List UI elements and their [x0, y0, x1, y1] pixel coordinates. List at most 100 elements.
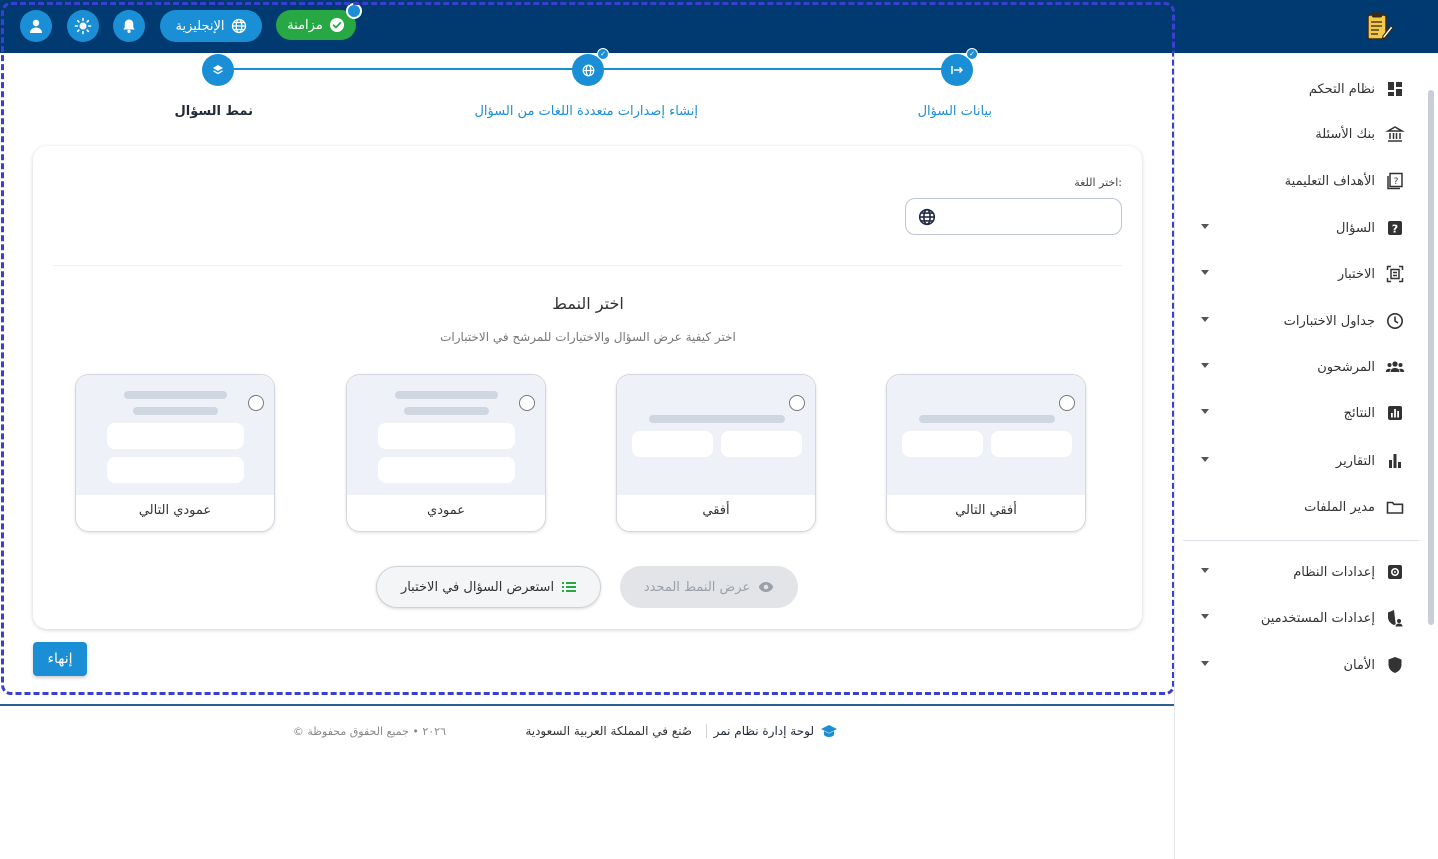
sidebar-item-question-bank[interactable]: بنك الأسئلة [1183, 122, 1413, 146]
preview-question-label: استعرض السؤال في الاختبار [400, 579, 555, 595]
section-divider [53, 265, 1122, 266]
sidebar-item-system-settings[interactable]: إعدادات النظام [1183, 560, 1413, 584]
step-complete-check-icon: ✓ [966, 48, 978, 60]
sidebar-item-learning-objectives[interactable]: ? الأهداف التعليمية [1183, 169, 1413, 193]
sidebar-item-label: نظام التحكم [1308, 81, 1375, 97]
sidebar-item-label: النتائج [1343, 405, 1375, 421]
chevron-down-icon[interactable] [1201, 661, 1209, 666]
exam-frame-icon [1386, 265, 1404, 283]
sidebar-item-question[interactable]: ? السؤال [1183, 216, 1413, 240]
chevron-down-icon[interactable] [1201, 568, 1209, 573]
sidebar-item-file-manager[interactable]: مدير الملفات [1183, 495, 1413, 519]
chevron-down-icon[interactable] [1201, 457, 1209, 462]
bell-icon [123, 19, 135, 33]
finish-button[interactable]: إنهاء [33, 642, 87, 676]
pattern-name: أفقي التالي [955, 503, 1017, 518]
sidebar-item-user-settings[interactable]: إعدادات المستخدمين [1183, 606, 1413, 630]
preview-question-in-exam-button[interactable]: استعرض السؤال في الاختبار [376, 566, 601, 608]
chevron-down-icon[interactable] [1201, 317, 1209, 322]
step-complete-check-icon: ✓ [597, 48, 609, 60]
pattern-radio[interactable] [519, 395, 535, 411]
sidebar-item-exam-schedules[interactable]: جداول الاختبارات [1183, 309, 1413, 333]
shield-icon [1388, 657, 1402, 673]
sidebar-item-label: الاختبار [1337, 266, 1375, 282]
sidebar-item-label: بنك الأسئلة [1315, 126, 1375, 142]
layers-icon [213, 65, 223, 75]
pattern-name: عمودي التالي [138, 503, 212, 518]
book-question-icon: ? [1387, 172, 1403, 190]
sidebar-item-exam[interactable]: الاختبار [1183, 262, 1413, 286]
view-selected-pattern-button[interactable]: عرض النمط المحدد [620, 566, 798, 608]
footer-separator [706, 724, 707, 738]
svg-text:?: ? [1392, 223, 1398, 236]
pattern-radio[interactable] [248, 395, 264, 411]
sidebar-item-candidates[interactable]: المرشحون [1183, 355, 1413, 379]
step-label-multilingual: إنشاء إصدارات متعددة اللغات من السؤال [474, 104, 698, 119]
sidebar-item-security[interactable]: الأمان [1183, 653, 1413, 677]
notifications-button[interactable] [113, 10, 145, 42]
globe-icon [582, 64, 594, 76]
sidebar-item-label: إعدادات المستخدمين [1260, 610, 1375, 626]
chevron-down-icon[interactable] [1201, 363, 1209, 368]
sidebar-item-label: الأهداف التعليمية [1284, 173, 1375, 189]
settings-box-icon [1388, 565, 1402, 579]
profile-button[interactable] [20, 10, 52, 42]
sidebar-item-label: مدير الملفات [1304, 499, 1375, 515]
eye-icon [758, 582, 774, 592]
sidebar-scrollbar[interactable] [1428, 90, 1434, 625]
pattern-section-subtitle: اختر كيفية عرض السؤال والاختيارات للمرشح… [440, 330, 736, 344]
pattern-option-horizontal-next[interactable]: أفقي التالي [886, 374, 1086, 532]
language-select-label: اختر اللغة: [1074, 176, 1122, 189]
sidebar-separator [1183, 540, 1419, 541]
graduation-cap-icon [821, 725, 837, 737]
footer-brand-label: لوحة إدارة نظام نمر [713, 724, 814, 738]
pattern-name: أفقي [702, 503, 730, 518]
chevron-down-icon[interactable] [1201, 614, 1209, 619]
footer-made-in: صُنع في المملكة العربية السعودية [525, 724, 692, 738]
clipboard-logo-icon [1367, 12, 1394, 40]
pattern-preview [76, 375, 274, 495]
footer-copyright: © ٢٠٢٦ • جميع الحقوق محفوظة [292, 724, 446, 738]
content-bottom-border [0, 704, 1175, 706]
clock-icon [1387, 313, 1403, 329]
pattern-option-vertical-next[interactable]: عمودي التالي [75, 374, 275, 532]
list-icon [562, 582, 577, 592]
language-switch-label: الإنجليزية [175, 18, 225, 34]
chevron-down-icon[interactable] [1201, 224, 1209, 229]
sync-button[interactable]: مزامنة [276, 10, 356, 40]
sidebar-item-results[interactable]: النتائج [1183, 401, 1413, 425]
chevron-down-icon[interactable] [1201, 270, 1209, 275]
globe-icon [231, 18, 246, 34]
step-question-pattern[interactable] [202, 54, 234, 86]
theme-toggle-button[interactable] [67, 10, 99, 42]
pattern-name: عمودي [427, 503, 465, 518]
theme-sun-icon [74, 17, 92, 35]
pattern-radio[interactable] [789, 395, 805, 411]
language-switch-button[interactable]: الإنجليزية [160, 10, 262, 42]
language-select[interactable] [905, 198, 1122, 235]
chevron-down-icon[interactable] [1201, 409, 1209, 414]
sidebar-item-reports[interactable]: التقارير [1183, 449, 1413, 473]
dashboard-icon [1388, 82, 1402, 96]
sidebar-item-dashboard[interactable]: نظام التحكم [1183, 77, 1413, 101]
user-shield-icon [1388, 610, 1403, 627]
sync-status-dot [346, 3, 362, 19]
sidebar-item-label: السؤال [1336, 220, 1375, 236]
footer-brand: لوحة إدارة نظام نمر [714, 722, 838, 740]
sidebar-border [1174, 53, 1175, 859]
globe-icon [918, 208, 936, 226]
pattern-option-vertical[interactable]: عمودي [346, 374, 546, 532]
sidebar-item-label: إعدادات النظام [1293, 564, 1375, 580]
results-chart-icon [1388, 406, 1402, 420]
pattern-preview [347, 375, 545, 495]
folder-icon [1386, 501, 1404, 514]
svg-text:?: ? [1394, 177, 1399, 187]
sidebar-item-label: جداول الاختبارات [1283, 313, 1375, 329]
view-selected-pattern-label: عرض النمط المحدد [643, 579, 751, 595]
bank-icon [1385, 126, 1405, 142]
pattern-radio[interactable] [1059, 395, 1075, 411]
check-circle-icon [329, 18, 344, 32]
pattern-option-horizontal[interactable]: أفقي [616, 374, 816, 532]
pattern-preview [617, 375, 815, 495]
people-icon [1385, 361, 1405, 372]
